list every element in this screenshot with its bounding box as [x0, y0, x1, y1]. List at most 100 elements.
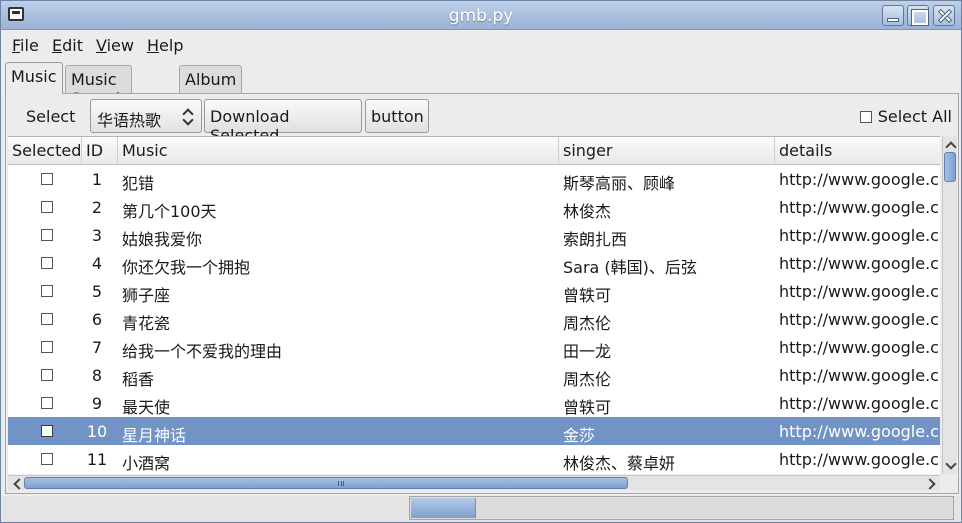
- cell-music: 稻香: [122, 370, 155, 389]
- table-row[interactable]: 4 你还欠我一个拥抱 Sara (韩国)、后弦 http://www.google.c…: [8, 249, 940, 277]
- table-row[interactable]: 10 星月神话 金莎 http://www.google.cn: [8, 417, 940, 445]
- category-combo[interactable]: 华语热歌: [90, 99, 202, 133]
- row-checkbox[interactable]: [41, 425, 53, 437]
- vertical-scroll-thumb[interactable]: [944, 152, 956, 182]
- cell-details: http://www.google.cn: [779, 226, 940, 245]
- cell-details: http://www.google.cn: [779, 282, 940, 301]
- row-checkbox[interactable]: [41, 369, 53, 381]
- cell-music: 青花瓷: [122, 314, 171, 333]
- cell-music: 最天使: [122, 398, 171, 417]
- music-panel: Select 华语热歌 Download Selected button Sel…: [5, 93, 959, 494]
- cell-singer: 斯琴高丽、顾峰: [563, 174, 676, 193]
- table-header: Selected ID Music singer details: [8, 137, 940, 165]
- horizontal-scroll-thumb[interactable]: [24, 477, 628, 489]
- header-singer[interactable]: singer: [559, 137, 775, 165]
- cell-music: 给我一个不爱我的理由: [122, 342, 283, 361]
- row-checkbox[interactable]: [41, 257, 53, 269]
- status-bar: [2, 496, 960, 522]
- cell-id: 5: [91, 282, 103, 301]
- progress-fill: [411, 498, 476, 518]
- cell-id: 8: [91, 366, 103, 385]
- cell-music: 你还欠我一个拥抱: [122, 258, 251, 277]
- scroll-up-icon[interactable]: [945, 139, 956, 150]
- cell-details: http://www.google.cn: [779, 254, 940, 273]
- up-down-arrows-icon: [183, 107, 193, 125]
- cell-details: http://www.google.cn: [779, 422, 940, 441]
- app-window: gmb.py File Edit View Help Music Music S…: [0, 0, 962, 523]
- scroll-right-icon[interactable]: [926, 478, 937, 489]
- minimize-button[interactable]: [882, 5, 904, 26]
- tab-music[interactable]: Music: [5, 62, 63, 94]
- cell-music: 狮子座: [122, 286, 171, 305]
- title-bar[interactable]: gmb.py: [1, 1, 961, 30]
- row-checkbox[interactable]: [41, 453, 53, 465]
- cell-id: 3: [91, 226, 103, 245]
- cell-music: 第几个100天: [122, 202, 217, 221]
- generic-button[interactable]: button: [365, 99, 429, 133]
- cell-id: 10: [86, 422, 108, 441]
- row-checkbox[interactable]: [41, 341, 53, 353]
- table-row[interactable]: 9 最天使 曾轶可 http://www.google.cn: [8, 389, 940, 417]
- cell-singer: 索朗扎西: [563, 230, 628, 249]
- cell-id: 2: [91, 198, 103, 217]
- menu-edit[interactable]: Edit: [52, 36, 83, 55]
- row-checkbox[interactable]: [41, 173, 53, 185]
- music-table: Selected ID Music singer details 1 犯错 斯琴高丽…: [8, 136, 940, 474]
- cell-music: 小酒窝: [122, 454, 171, 473]
- header-id[interactable]: ID: [82, 137, 118, 165]
- menu-help[interactable]: Help: [147, 36, 183, 55]
- row-checkbox[interactable]: [41, 285, 53, 297]
- cell-music: 姑娘我爱你: [122, 230, 203, 249]
- select-all-checkbox[interactable]: Select All: [859, 107, 952, 126]
- cell-id: 9: [91, 394, 103, 413]
- cell-id: 7: [91, 338, 103, 357]
- cell-singer: 田一龙: [563, 342, 612, 361]
- cell-singer: Sara (韩国)、后弦: [563, 258, 697, 277]
- table-row[interactable]: 1 犯错 斯琴高丽、顾峰 http://www.google.cn: [8, 165, 940, 193]
- cell-id: 1: [91, 170, 103, 189]
- cell-details: http://www.google.cn: [779, 394, 940, 413]
- table-row[interactable]: 7 给我一个不爱我的理由 田一龙 http://www.google.cn: [8, 333, 940, 361]
- row-checkbox[interactable]: [41, 397, 53, 409]
- row-checkbox[interactable]: [41, 229, 53, 241]
- horizontal-scrollbar[interactable]: [8, 475, 940, 490]
- download-progress-bar: [409, 496, 954, 520]
- cell-details: http://www.google.cn: [779, 198, 940, 217]
- cell-singer: 曾轶可: [563, 286, 612, 305]
- combo-value: 华语热歌: [97, 111, 162, 130]
- cell-id: 11: [86, 450, 108, 469]
- scroll-down-icon[interactable]: [945, 460, 956, 471]
- cell-singer: 金莎: [563, 426, 596, 445]
- tab-music-search[interactable]: Music Search: [65, 65, 132, 108]
- table-row[interactable]: 6 青花瓷 周杰伦 http://www.google.cn: [8, 305, 940, 333]
- header-details[interactable]: details: [775, 137, 940, 165]
- download-selected-button[interactable]: Download Selected: [204, 99, 362, 145]
- cell-singer: 曾轶可: [563, 398, 612, 417]
- cell-singer: 林俊杰: [563, 202, 612, 221]
- header-selected[interactable]: Selected: [8, 137, 82, 165]
- vertical-scrollbar[interactable]: [942, 136, 957, 474]
- window-title: gmb.py: [448, 6, 514, 26]
- close-button[interactable]: [933, 5, 955, 26]
- select-all-box[interactable]: [859, 111, 872, 123]
- grip-icon: [338, 481, 344, 486]
- table-row[interactable]: 8 稻香 周杰伦 http://www.google.cn: [8, 361, 940, 389]
- menu-view[interactable]: View: [96, 36, 134, 55]
- tab-album[interactable]: Album: [179, 65, 243, 94]
- toolbar: Select 华语热歌 Download Selected button Sel…: [6, 94, 958, 145]
- cell-id: 4: [91, 254, 103, 273]
- scroll-left-icon[interactable]: [11, 478, 22, 489]
- table-row[interactable]: 2 第几个100天 林俊杰 http://www.google.cn: [8, 193, 940, 221]
- table-row[interactable]: 11 小酒窝 林俊杰、蔡卓妍 http://www.google.cn: [8, 445, 940, 473]
- menu-bar: File Edit View Help: [1, 31, 961, 59]
- select-all-label: Select All: [877, 107, 952, 126]
- row-checkbox[interactable]: [41, 313, 53, 325]
- table-row[interactable]: 3 姑娘我爱你 索朗扎西 http://www.google.cn: [8, 221, 940, 249]
- cell-details: http://www.google.cn: [779, 366, 940, 385]
- cell-details: http://www.google.cn: [779, 310, 940, 329]
- row-checkbox[interactable]: [41, 201, 53, 213]
- table-row[interactable]: 5 狮子座 曾轶可 http://www.google.cn: [8, 277, 940, 305]
- header-music[interactable]: Music: [118, 137, 559, 165]
- menu-file[interactable]: File: [12, 36, 39, 55]
- maximize-button[interactable]: [907, 5, 929, 26]
